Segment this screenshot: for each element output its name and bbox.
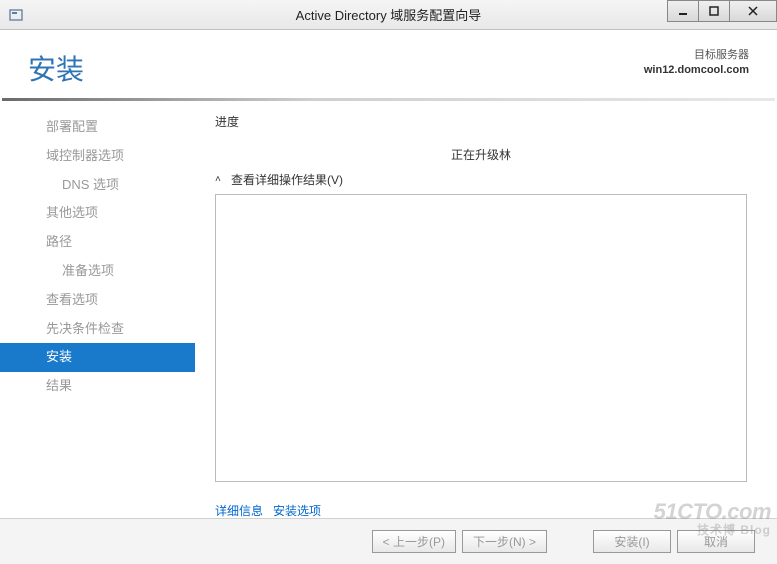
progress-label: 进度 (215, 113, 747, 130)
details-expander[interactable]: ˄ 查看详细操作结果(V) (215, 171, 747, 188)
minimize-button[interactable] (667, 0, 699, 22)
sidebar-item[interactable]: 部署配置 (0, 113, 195, 142)
target-server-label: 目标服务器 (644, 48, 749, 63)
sidebar-item[interactable]: DNS 选项 (0, 171, 195, 200)
expander-label: 查看详细操作结果(V) (231, 171, 343, 188)
app-icon (8, 7, 24, 23)
chevron-up-icon: ˄ (215, 174, 225, 185)
main-panel: 进度 正在升级林 ˄ 查看详细操作结果(V) 详细信息 安装选项 (195, 109, 777, 511)
wizard-steps-sidebar: 部署配置域控制器选项DNS 选项其他选项路径准备选项查看选项先决条件检查安装结果 (0, 109, 195, 511)
target-server-value: win12.domcool.com (644, 63, 749, 78)
sidebar-item[interactable]: 先决条件检查 (0, 315, 195, 344)
maximize-button[interactable] (698, 0, 730, 22)
details-link[interactable]: 详细信息 (215, 502, 263, 519)
sidebar-item[interactable]: 查看选项 (0, 286, 195, 315)
window-title: Active Directory 域服务配置向导 (296, 5, 482, 24)
target-server-info: 目标服务器 win12.domcool.com (644, 48, 749, 79)
previous-button[interactable]: < 上一步(P) (372, 530, 456, 553)
next-button[interactable]: 下一步(N) > (462, 530, 547, 553)
titlebar: Active Directory 域服务配置向导 (0, 0, 777, 30)
header: 安装 目标服务器 win12.domcool.com (0, 30, 777, 98)
sidebar-item[interactable]: 域控制器选项 (0, 142, 195, 171)
help-links: 详细信息 安装选项 (215, 502, 747, 519)
install-options-link[interactable]: 安装选项 (273, 502, 321, 519)
sidebar-item[interactable]: 结果 (0, 372, 195, 401)
wizard-footer: < 上一步(P) 下一步(N) > 安装(I) 取消 (0, 518, 777, 564)
sidebar-item[interactable]: 准备选项 (0, 257, 195, 286)
results-textbox[interactable] (215, 194, 747, 482)
status-text: 正在升级林 (215, 146, 747, 163)
window-controls (668, 0, 777, 22)
page-title: 安装 (28, 48, 84, 88)
cancel-button[interactable]: 取消 (677, 530, 755, 553)
sidebar-item[interactable]: 其他选项 (0, 199, 195, 228)
content-area: 部署配置域控制器选项DNS 选项其他选项路径准备选项查看选项先决条件检查安装结果… (0, 109, 777, 511)
header-divider (2, 98, 775, 101)
close-button[interactable] (729, 0, 777, 22)
sidebar-item[interactable]: 安装 (0, 343, 195, 372)
install-button[interactable]: 安装(I) (593, 530, 671, 553)
sidebar-item[interactable]: 路径 (0, 228, 195, 257)
